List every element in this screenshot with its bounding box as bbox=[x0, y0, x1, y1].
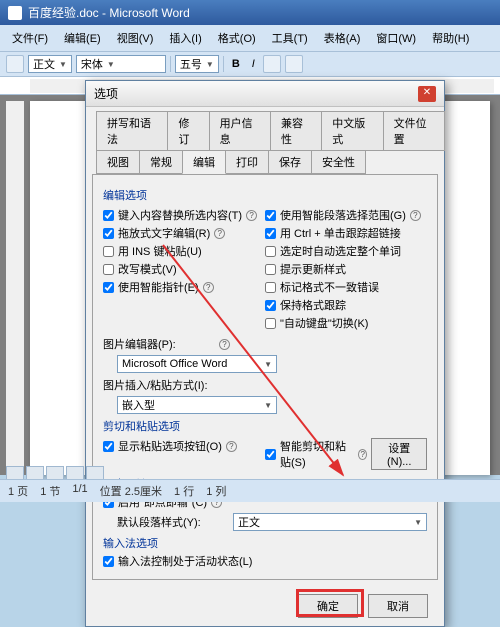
checkbox[interactable] bbox=[265, 318, 276, 329]
formatting-toolbar: 正文 ▼ 宋体 ▼ 五号 ▼ B I bbox=[0, 52, 500, 77]
tab-保存[interactable]: 保存 bbox=[268, 150, 312, 174]
window-title: 百度经验.doc - Microsoft Word bbox=[28, 4, 492, 21]
status-position: 位置 2.5厘米 bbox=[100, 483, 162, 499]
menu-window[interactable]: 窗口(W) bbox=[370, 28, 422, 48]
settings-button[interactable]: 设置(N)... bbox=[371, 438, 427, 470]
style-select[interactable]: 正文 ▼ bbox=[28, 55, 72, 73]
pic-paste-label: 图片插入/粘贴方式(I): bbox=[103, 377, 213, 393]
help-icon[interactable]: ? bbox=[219, 339, 230, 350]
chevron-down-icon: ▼ bbox=[206, 60, 214, 69]
status-bar: 1 页 1 节 1/1 位置 2.5厘米 1 行 1 列 bbox=[0, 479, 500, 502]
help-icon[interactable]: ? bbox=[203, 282, 214, 293]
tab-安全性[interactable]: 安全性 bbox=[311, 150, 366, 174]
chevron-down-icon: ▼ bbox=[107, 60, 115, 69]
menu-help[interactable]: 帮助(H) bbox=[426, 28, 475, 48]
default-style-label: 默认段落样式(Y): bbox=[117, 514, 227, 530]
section-edit-options: 编辑选项 bbox=[103, 187, 427, 203]
chk-smart-cut[interactable] bbox=[265, 449, 276, 460]
menu-edit[interactable]: 编辑(E) bbox=[58, 28, 107, 48]
menu-insert[interactable]: 插入(I) bbox=[163, 28, 207, 48]
status-pages: 1/1 bbox=[72, 483, 87, 499]
vertical-ruler bbox=[6, 101, 24, 471]
window-titlebar: 百度经验.doc - Microsoft Word bbox=[0, 0, 500, 25]
checkbox[interactable] bbox=[265, 246, 276, 257]
app-icon bbox=[8, 6, 22, 20]
tab-兼容性[interactable]: 兼容性 bbox=[270, 111, 322, 151]
checkbox[interactable] bbox=[265, 228, 276, 239]
font-select[interactable]: 宋体 ▼ bbox=[76, 55, 166, 73]
menu-table[interactable]: 表格(A) bbox=[318, 28, 367, 48]
paragraph-icon[interactable] bbox=[6, 55, 24, 73]
cancel-button[interactable]: 取消 bbox=[368, 594, 428, 618]
default-style-select[interactable]: 正文 ▼ bbox=[233, 513, 427, 531]
dialog-body: 编辑选项 键入内容替换所选内容(T)?拖放式文字编辑(R)?用 INS 键粘贴(… bbox=[92, 174, 438, 580]
tab-用户信息[interactable]: 用户信息 bbox=[209, 111, 271, 151]
tab-修订[interactable]: 修订 bbox=[167, 111, 209, 151]
chk-show-paste[interactable] bbox=[103, 441, 114, 452]
options-dialog: 选项 ✕ 拼写和语法修订用户信息兼容性中文版式文件位置 视图常规编辑打印保存安全… bbox=[85, 80, 445, 627]
align-center-icon[interactable] bbox=[285, 55, 303, 73]
tab-中文版式[interactable]: 中文版式 bbox=[321, 111, 383, 151]
chk-ime[interactable] bbox=[103, 556, 114, 567]
checkbox[interactable] bbox=[103, 228, 114, 239]
chevron-down-icon: ▼ bbox=[59, 60, 67, 69]
checkbox[interactable] bbox=[103, 264, 114, 275]
status-section: 1 节 bbox=[40, 483, 60, 499]
status-column: 1 列 bbox=[206, 483, 226, 499]
checkbox[interactable] bbox=[265, 300, 276, 311]
tab-编辑[interactable]: 编辑 bbox=[182, 150, 226, 174]
italic-button[interactable]: I bbox=[248, 58, 259, 70]
help-icon[interactable]: ? bbox=[246, 210, 257, 221]
chevron-down-icon: ▼ bbox=[414, 518, 422, 527]
section-ime: 输入法选项 bbox=[103, 535, 427, 551]
help-icon[interactable]: ? bbox=[214, 228, 225, 239]
align-left-icon[interactable] bbox=[263, 55, 281, 73]
dialog-titlebar[interactable]: 选项 ✕ bbox=[86, 81, 444, 107]
checkbox[interactable] bbox=[265, 264, 276, 275]
checkbox[interactable] bbox=[103, 282, 114, 293]
tab-row-1: 拼写和语法修订用户信息兼容性中文版式文件位置 bbox=[86, 111, 444, 151]
tab-打印[interactable]: 打印 bbox=[225, 150, 269, 174]
pic-editor-label: 图片编辑器(P): bbox=[103, 336, 213, 352]
bold-button[interactable]: B bbox=[228, 58, 244, 70]
help-icon[interactable]: ? bbox=[226, 441, 237, 452]
help-icon[interactable]: ? bbox=[410, 210, 421, 221]
pic-paste-select[interactable]: 嵌入型 ▼ bbox=[117, 396, 277, 414]
help-icon[interactable]: ? bbox=[358, 449, 367, 460]
menu-tools[interactable]: 工具(T) bbox=[266, 28, 314, 48]
close-icon[interactable]: ✕ bbox=[418, 86, 436, 102]
checkbox[interactable] bbox=[265, 282, 276, 293]
pic-editor-select[interactable]: Microsoft Office Word ▼ bbox=[117, 355, 277, 373]
menu-file[interactable]: 文件(F) bbox=[6, 28, 54, 48]
section-cutpaste: 剪切和粘贴选项 bbox=[103, 418, 427, 434]
checkbox[interactable] bbox=[103, 210, 114, 221]
ok-button[interactable]: 确定 bbox=[298, 594, 358, 618]
menu-view[interactable]: 视图(V) bbox=[111, 28, 160, 48]
tab-常规[interactable]: 常规 bbox=[139, 150, 183, 174]
tab-row-2: 视图常规编辑打印保存安全性 bbox=[86, 150, 444, 174]
tab-文件位置[interactable]: 文件位置 bbox=[383, 111, 445, 151]
size-select[interactable]: 五号 ▼ bbox=[175, 55, 219, 73]
status-line: 1 行 bbox=[174, 483, 194, 499]
chevron-down-icon: ▼ bbox=[264, 401, 272, 410]
menu-bar: 文件(F) 编辑(E) 视图(V) 插入(I) 格式(O) 工具(T) 表格(A… bbox=[0, 25, 500, 52]
chevron-down-icon: ▼ bbox=[264, 360, 272, 369]
checkbox[interactable] bbox=[103, 246, 114, 257]
checkbox[interactable] bbox=[265, 210, 276, 221]
tab-拼写和语法[interactable]: 拼写和语法 bbox=[96, 111, 168, 151]
dialog-title: 选项 bbox=[94, 85, 418, 102]
tab-视图[interactable]: 视图 bbox=[96, 150, 140, 174]
menu-format[interactable]: 格式(O) bbox=[212, 28, 262, 48]
status-page: 1 页 bbox=[8, 483, 28, 499]
